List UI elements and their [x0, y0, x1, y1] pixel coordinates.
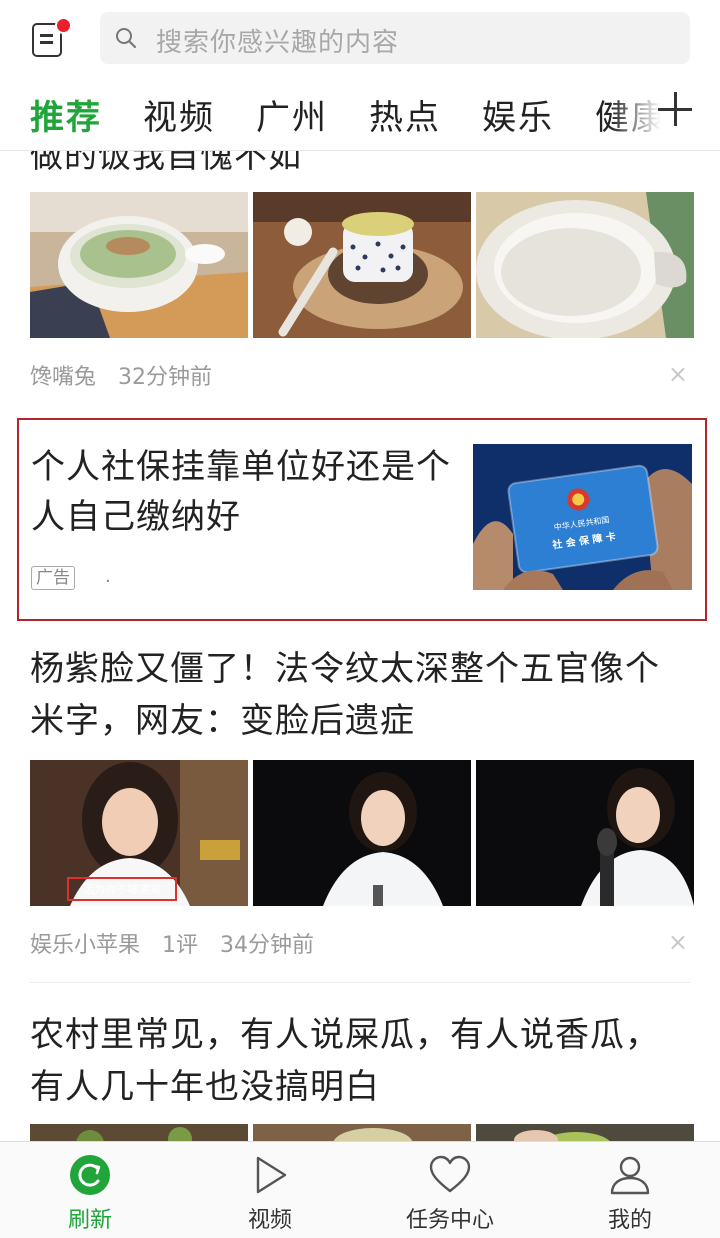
top-bar: 搜索你感兴趣的内容	[0, 0, 720, 80]
tab-video[interactable]: 视频	[143, 90, 215, 139]
article-title[interactable]: 做的饭我自愧不如	[30, 151, 302, 177]
celebrity-image	[253, 760, 471, 906]
notification-dot	[55, 17, 72, 34]
source-name: 娱乐小苹果	[30, 933, 141, 958]
search-input[interactable]: 搜索你感兴趣的内容	[100, 12, 690, 64]
article-images[interactable]	[30, 1124, 695, 1141]
ad-source: .	[105, 566, 111, 587]
search-icon	[116, 28, 137, 49]
tab-recommend[interactable]: 推荐	[30, 90, 102, 139]
divider	[30, 982, 690, 983]
article-images[interactable]: 因为你不够漂亮	[30, 760, 695, 906]
publish-time: 32分钟前	[118, 365, 213, 390]
user-icon	[610, 1156, 650, 1195]
celebrity-image	[476, 760, 694, 906]
ad-title[interactable]: 个人社保挂靠单位好还是个人自己缴纳好	[31, 442, 451, 542]
article-title[interactable]: 农村里常见，有人说屎瓜，有人说香瓜，有人几十年也没搞明白	[30, 1009, 680, 1113]
video-caption: 因为你不够漂亮	[84, 882, 161, 896]
category-tabs: 推荐 视频 广州 热点 娱乐 健康	[0, 80, 720, 151]
melon-image	[476, 1124, 694, 1141]
nav-task-center[interactable]: 任务中心	[360, 1142, 540, 1238]
food-image	[253, 192, 471, 338]
ad-card[interactable]: 个人社保挂靠单位好还是个人自己缴纳好 广告 . 中华人民共和国 社 会 保 障 …	[17, 418, 707, 621]
melon-image	[30, 1124, 248, 1141]
publish-time: 34分钟前	[220, 933, 315, 958]
nav-label: 刷新	[67, 1208, 112, 1233]
article-title[interactable]: 杨紫脸又僵了！法令纹太深整个五官像个米字，网友：变脸后遗症	[30, 643, 680, 747]
close-icon[interactable]: ×	[668, 930, 688, 954]
celebrity-image: 因为你不够漂亮	[30, 760, 248, 906]
nav-label: 视频	[247, 1208, 292, 1233]
play-icon	[256, 1156, 287, 1194]
social-security-card-image: 中华人民共和国 社 会 保 障 卡	[473, 444, 692, 590]
plus-icon[interactable]	[658, 92, 692, 126]
search-placeholder: 搜索你感兴趣的内容	[156, 28, 400, 58]
melon-image	[253, 1124, 471, 1141]
source-name: 馋嘴兔	[30, 365, 97, 390]
food-image	[476, 192, 694, 338]
nav-mine[interactable]: 我的	[540, 1142, 720, 1238]
nav-label: 任务中心	[405, 1208, 494, 1233]
tab-hot[interactable]: 热点	[369, 90, 441, 139]
nav-video[interactable]: 视频	[180, 1142, 360, 1238]
article-images[interactable]	[30, 192, 695, 338]
tab-entertainment[interactable]: 娱乐	[482, 90, 554, 139]
news-feed[interactable]: 做的饭我自愧不如 馋嘴兔 32分钟前 × 个人社保挂靠单位好还是个人自己缴纳好 …	[0, 151, 720, 1141]
nav-label: 我的	[607, 1208, 652, 1233]
food-image	[30, 192, 248, 338]
heart-icon	[429, 1155, 471, 1193]
nav-refresh[interactable]: 刷新	[0, 1142, 180, 1238]
article-meta: 馋嘴兔 32分钟前	[30, 359, 234, 391]
ad-badge: 广告	[31, 566, 75, 590]
refresh-icon	[70, 1155, 110, 1195]
comment-count: 1评	[162, 933, 199, 958]
article-meta: 娱乐小苹果 1评 34分钟前	[30, 927, 336, 959]
tab-guangzhou[interactable]: 广州	[256, 90, 328, 139]
bottom-nav: 刷新 视频 任务中心 我的	[0, 1141, 720, 1238]
close-icon[interactable]: ×	[668, 362, 688, 386]
